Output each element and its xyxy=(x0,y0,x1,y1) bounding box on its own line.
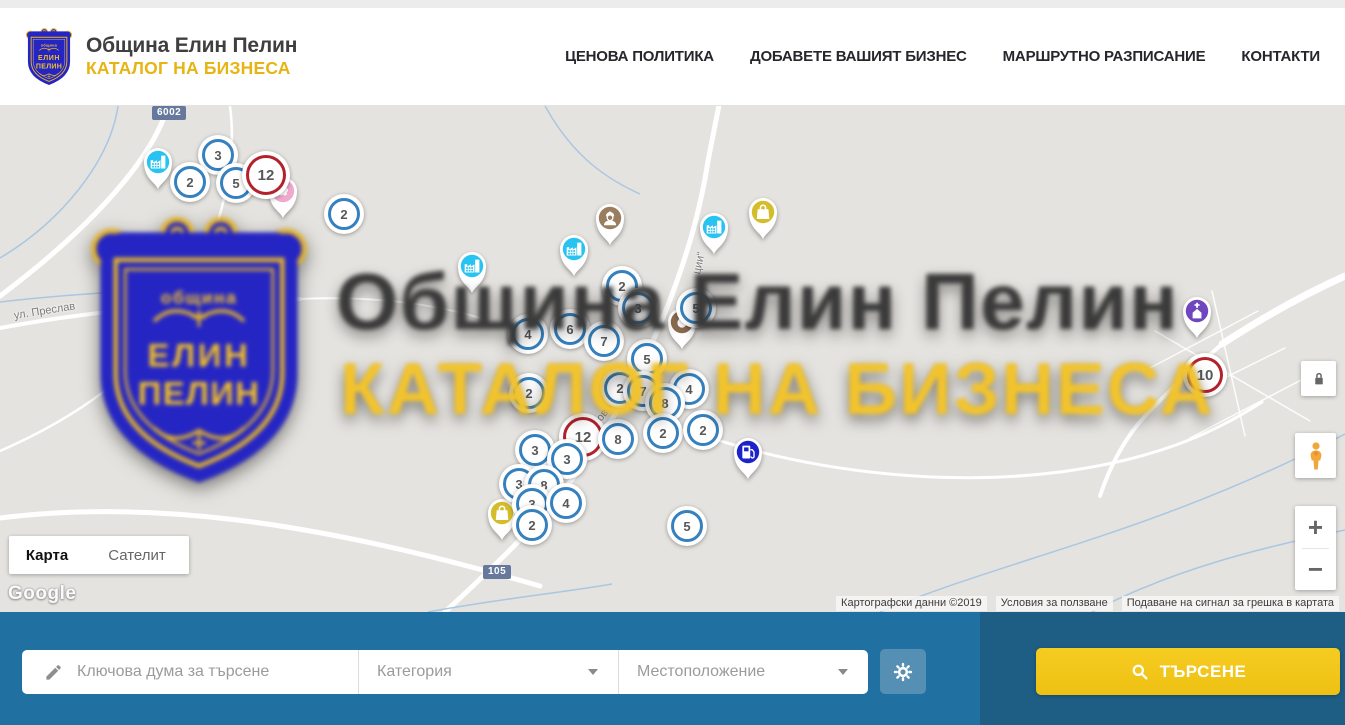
cluster-marker[interactable]: 3 xyxy=(618,288,658,328)
pencil-icon xyxy=(44,663,63,682)
nav-item-2[interactable]: МАРШРУТНО РАЗПИСАНИЕ xyxy=(1003,48,1206,65)
pegman-button[interactable] xyxy=(1295,433,1336,478)
gear-icon xyxy=(892,661,914,683)
worker-icon xyxy=(590,199,630,247)
factory-pin[interactable] xyxy=(452,247,492,295)
map-type-satellite-button[interactable]: Сателит xyxy=(85,536,189,574)
cluster-marker[interactable]: 5 xyxy=(667,506,707,546)
cluster-count: 4 xyxy=(562,496,569,511)
cluster-marker[interactable]: 7 xyxy=(584,321,624,361)
factory-icon xyxy=(452,247,492,295)
attribution-link-1[interactable]: Условия за ползване xyxy=(996,596,1113,611)
cluster-count: 10 xyxy=(1197,367,1214,384)
search-button-label: ТЪРСЕНЕ xyxy=(1160,662,1247,682)
bag-icon xyxy=(743,193,783,241)
cluster-marker[interactable]: 12 xyxy=(242,151,290,199)
site-logo[interactable]: Община Елин Пелин КАТАЛОГ НА БИЗНЕСА xyxy=(24,27,297,87)
site-subtitle: КАТАЛОГ НА БИЗНЕСА xyxy=(86,58,297,79)
keyword-section xyxy=(22,650,358,694)
factory-icon xyxy=(554,230,594,278)
cluster-marker[interactable]: 4 xyxy=(546,483,586,523)
cluster-count: 12 xyxy=(258,167,275,184)
cluster-count: 3 xyxy=(634,301,641,316)
worker-pin[interactable] xyxy=(590,199,630,247)
cluster-count: 2 xyxy=(528,518,535,533)
cluster-count: 2 xyxy=(186,175,193,190)
cluster-count: 3 xyxy=(214,148,221,163)
chevron-down-icon xyxy=(588,669,598,675)
search-icon xyxy=(1130,662,1149,681)
cluster-count: 3 xyxy=(531,443,538,458)
cluster-count: 5 xyxy=(683,519,690,534)
bag-pin[interactable] xyxy=(743,193,783,241)
search-panel: Категория Местоположение xyxy=(0,612,1345,725)
search-bar: Категория Местоположение xyxy=(22,650,868,694)
nav-item-0[interactable]: ЦЕНОВА ПОЛИТИКА xyxy=(565,48,714,65)
lock-icon xyxy=(1309,369,1329,389)
site-title: Община Елин Пелин xyxy=(86,34,297,58)
zoom-control: + − xyxy=(1295,506,1336,590)
map-canvas[interactable]: ул. Преславбул. „Новоселци“ции“ 6002105 xyxy=(0,106,1345,612)
church-pin[interactable] xyxy=(1177,292,1217,340)
cluster-count: 4 xyxy=(685,382,692,397)
cluster-count: 7 xyxy=(600,334,607,349)
search-button[interactable]: ТЪРСЕНЕ xyxy=(1036,648,1340,695)
cluster-count: 2 xyxy=(340,207,347,222)
cluster-marker[interactable]: 2 xyxy=(509,373,549,413)
advanced-search-button[interactable] xyxy=(880,649,926,694)
category-select-value: Категория xyxy=(377,663,452,681)
map-type-control: Карта Сателит xyxy=(9,536,189,574)
cluster-count: 6 xyxy=(566,322,573,337)
attribution-text: Картографски данни ©2019 xyxy=(836,596,987,611)
location-select[interactable]: Местоположение xyxy=(619,650,868,694)
keyword-input[interactable] xyxy=(77,663,327,681)
cluster-count: 3 xyxy=(563,452,570,467)
cluster-marker[interactable]: 2 xyxy=(170,162,210,202)
cluster-count: 4 xyxy=(524,327,531,342)
cluster-count: 2 xyxy=(659,426,666,441)
cluster-count: 5 xyxy=(232,176,239,191)
cluster-count: 2 xyxy=(699,423,706,438)
cluster-marker[interactable]: 2 xyxy=(683,410,723,450)
road-badge: 105 xyxy=(483,565,511,579)
top-strip xyxy=(0,0,1345,8)
pegman-icon xyxy=(1304,441,1328,471)
cluster-count: 5 xyxy=(643,352,650,367)
map-type-map-button[interactable]: Карта xyxy=(9,536,85,574)
zoom-out-button[interactable]: − xyxy=(1295,549,1336,591)
municipality-crest-icon xyxy=(24,27,74,87)
church-icon xyxy=(1177,292,1217,340)
zoom-in-button[interactable]: + xyxy=(1295,506,1336,548)
fuel-pin[interactable] xyxy=(728,433,768,481)
cluster-marker[interactable]: 4 xyxy=(508,314,548,354)
lock-button[interactable] xyxy=(1301,361,1336,396)
nav-item-3[interactable]: КОНТАКТИ xyxy=(1241,48,1320,65)
google-logo[interactable]: Google xyxy=(8,583,76,605)
factory-icon xyxy=(694,208,734,256)
cluster-marker[interactable]: 2 xyxy=(512,505,552,545)
factory-pin[interactable] xyxy=(554,230,594,278)
cluster-marker[interactable]: 8 xyxy=(598,419,638,459)
cluster-marker[interactable]: 2 xyxy=(643,413,683,453)
cluster-marker[interactable]: 10 xyxy=(1183,353,1227,397)
map-attribution: Картографски данни ©2019 Условия за ползв… xyxy=(836,596,1339,611)
road-badge: 6002 xyxy=(152,106,186,120)
category-select[interactable]: Категория xyxy=(359,650,618,694)
cluster-marker[interactable]: 5 xyxy=(676,288,716,328)
location-select-value: Местоположение xyxy=(637,663,765,681)
factory-pin[interactable] xyxy=(694,208,734,256)
main-nav: ЦЕНОВА ПОЛИТИКА ДОБАВЕТЕ ВАШИЯТ БИЗНЕС МАР… xyxy=(565,48,1320,65)
cluster-count: 8 xyxy=(614,432,621,447)
cluster-count: 8 xyxy=(661,396,668,411)
chevron-down-icon xyxy=(838,669,848,675)
cluster-count: 2 xyxy=(525,386,532,401)
cluster-marker[interactable]: 2 xyxy=(324,194,364,234)
header: Община Елин Пелин КАТАЛОГ НА БИЗНЕСА ЦЕН… xyxy=(0,8,1345,106)
nav-item-1[interactable]: ДОБАВЕТЕ ВАШИЯТ БИЗНЕС xyxy=(750,48,967,65)
fuel-icon xyxy=(728,433,768,481)
page: Община Елин Пелин КАТАЛОГ НА БИЗНЕСА ЦЕН… xyxy=(0,0,1345,725)
attribution-link-2[interactable]: Подаване на сигнал за грешка в картата xyxy=(1122,596,1339,611)
cluster-count: 5 xyxy=(692,301,699,316)
cluster-count: 2 xyxy=(618,279,625,294)
